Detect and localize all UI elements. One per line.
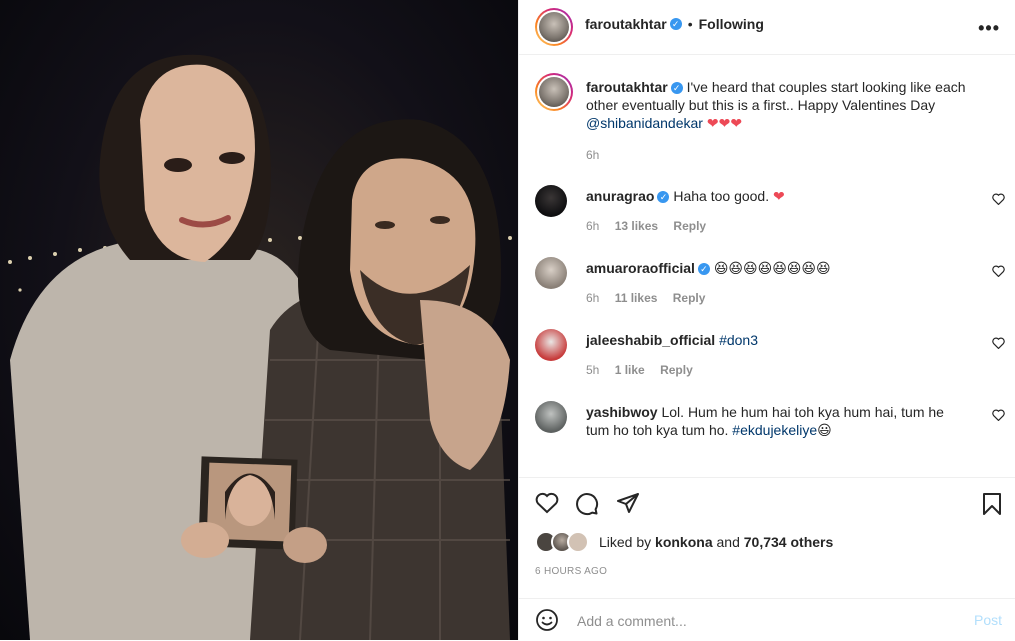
heart-outline-icon[interactable] — [992, 265, 1005, 277]
comment-item: anuragrao ✓ Haha too good. ❤ 6h 13 likes … — [535, 185, 1005, 245]
comment-text: anuragrao ✓ Haha too good. ❤ — [586, 187, 971, 205]
like-heart-icon[interactable] — [535, 492, 559, 514]
comment-item: jaleeshabib_official #don3 5h 1 like Rep… — [535, 329, 1005, 389]
liked-by-user[interactable]: konkona — [655, 534, 713, 550]
emoji-smiley-icon[interactable] — [535, 608, 559, 632]
caption: faroutakhtar ✓ I've heard that couples st… — [535, 73, 1005, 168]
verified-badge-icon: ✓ — [670, 82, 683, 95]
following-button[interactable]: Following — [699, 16, 764, 32]
commenter-avatar[interactable] — [535, 185, 567, 217]
heart-outline-icon[interactable] — [992, 193, 1005, 205]
hearts-emoji: ❤❤❤ — [706, 115, 743, 131]
add-comment-bar: Post — [519, 598, 1015, 641]
likes-count[interactable]: 70,734 others — [744, 534, 834, 550]
reply-button[interactable]: Reply — [673, 219, 706, 233]
action-bar — [519, 477, 1015, 528]
commenter-avatar[interactable] — [535, 257, 567, 289]
liked-by-prefix: Liked by — [599, 534, 652, 550]
comment-likes[interactable]: 1 like — [615, 363, 645, 377]
comment-text: yashibwoy Lol. Hum he hum hai toh kya hu… — [586, 403, 971, 439]
caption-username[interactable]: faroutakhtar — [586, 79, 668, 95]
comment-meta: 6h 13 likes Reply — [586, 219, 706, 233]
caption-avatar[interactable] — [535, 73, 573, 111]
caption-time[interactable]: 6h — [586, 148, 599, 162]
post-photo[interactable] — [0, 0, 518, 640]
verified-badge-icon: ✓ — [669, 18, 682, 30]
comment-username[interactable]: anuragrao — [586, 188, 654, 204]
comment-text: jaleeshabib_official #don3 — [586, 331, 971, 349]
save-bookmark-icon[interactable] — [982, 492, 1002, 516]
liker-avatar[interactable] — [567, 531, 589, 553]
liked-by-and: and — [716, 534, 740, 550]
comment-meta: 5h 1 like Reply — [586, 363, 693, 377]
post-comment-button[interactable]: Post — [974, 612, 1002, 628]
heart-outline-icon[interactable] — [992, 409, 1005, 421]
share-paper-plane-icon[interactable] — [616, 492, 640, 514]
post-header: faroutakhtar ✓ • Following ••• — [519, 0, 1015, 55]
verified-badge-icon: ✓ — [657, 191, 670, 204]
reply-button[interactable]: Reply — [660, 363, 693, 377]
post-details-panel: faroutakhtar ✓ • Following ••• faroutakh… — [518, 0, 1015, 640]
smile-emoji: 😃 — [817, 422, 832, 438]
heart-emoji: ❤ — [773, 188, 785, 204]
more-options-icon[interactable]: ••• — [978, 18, 1000, 39]
comment-time[interactable]: 5h — [586, 363, 599, 377]
comment-username[interactable]: jaleeshabib_official — [586, 332, 715, 348]
caption-meta: 6h — [586, 148, 611, 162]
commenter-avatar[interactable] — [535, 329, 567, 361]
reply-button[interactable]: Reply — [673, 291, 706, 305]
caption-text: faroutakhtar ✓ I've heard that couples st… — [586, 78, 971, 132]
add-comment-input[interactable] — [575, 609, 959, 633]
caption-mention[interactable]: @shibanidandekar — [586, 115, 703, 131]
comment-time[interactable]: 6h — [586, 219, 599, 233]
comment-likes[interactable]: 11 likes — [615, 291, 658, 305]
comment-username[interactable]: yashibwoy — [586, 404, 658, 420]
comments-section: faroutakhtar ✓ I've heard that couples st… — [519, 55, 1015, 475]
comment-bubble-icon[interactable] — [575, 492, 599, 516]
comment-username[interactable]: amuaroraofficial — [586, 260, 695, 276]
comment-body: Haha too good. — [673, 188, 770, 204]
laughing-emojis: 😆😆😆😆😆😆😆😆 — [713, 260, 831, 276]
comment-meta: 6h 11 likes Reply — [586, 291, 705, 305]
separator-dot: • — [687, 16, 693, 32]
heart-outline-icon[interactable] — [992, 337, 1005, 349]
hashtag-link[interactable]: #don3 — [719, 332, 758, 348]
hashtag-link[interactable]: #ekdujekeliye — [732, 422, 817, 438]
comment-text: amuaroraofficial ✓ 😆😆😆😆😆😆😆😆 — [586, 259, 971, 277]
author-username[interactable]: faroutakhtar — [585, 16, 667, 32]
comment-time[interactable]: 6h — [586, 291, 599, 305]
author-avatar[interactable] — [535, 8, 573, 46]
verified-badge-icon: ✓ — [697, 263, 710, 276]
comment-item: amuaroraofficial ✓ 😆😆😆😆😆😆😆😆 6h 11 likes R… — [535, 257, 1005, 317]
photo-illustration — [8, 54, 512, 640]
liked-by: Liked by konkona and 70,734 others — [535, 531, 834, 553]
post-timestamp[interactable]: 6 HOURS AGO — [535, 566, 607, 577]
commenter-avatar[interactable] — [535, 401, 567, 433]
comment-item: yashibwoy Lol. Hum he hum hai toh kya hu… — [535, 401, 1005, 471]
comment-likes[interactable]: 13 likes — [615, 219, 658, 233]
